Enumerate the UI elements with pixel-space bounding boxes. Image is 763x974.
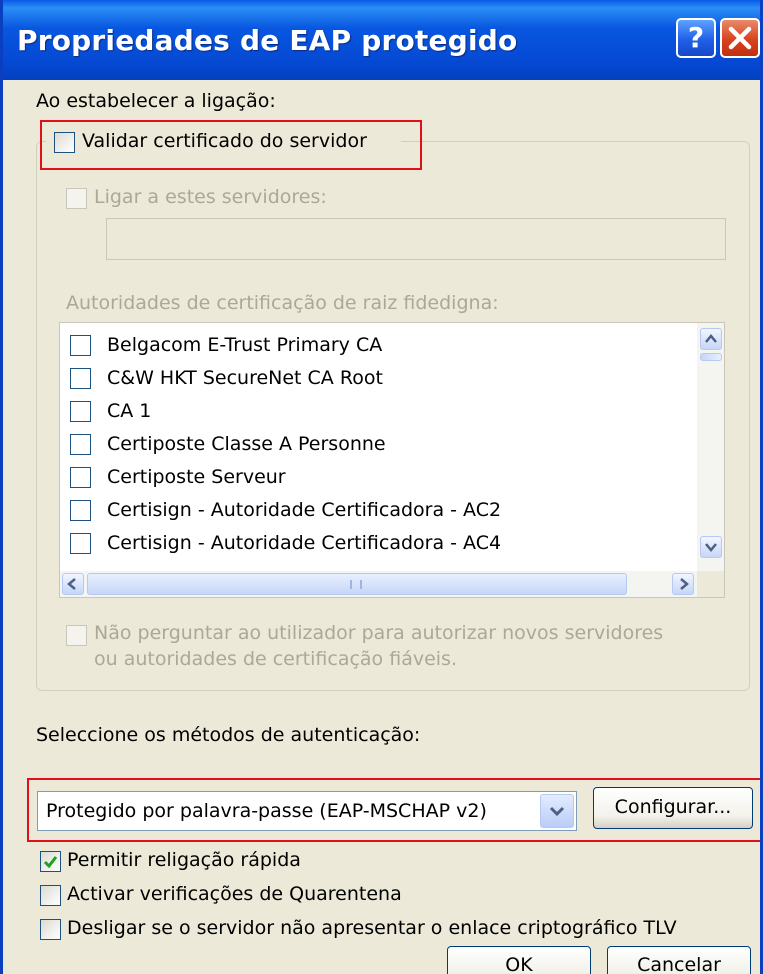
- cert-label: Certisign - Autoridade Certificadora - A…: [107, 532, 502, 554]
- certificates-list[interactable]: Belgacom E-Trust Primary CA C&W HKT Secu…: [59, 322, 725, 598]
- cert-label: Certiposte Serveur: [107, 466, 286, 488]
- scroll-up-button[interactable]: [700, 328, 722, 350]
- checkmark-icon: [43, 856, 58, 869]
- cert-checkbox[interactable]: [70, 335, 91, 356]
- cert-label: Certisign - Autoridade Certificadora - A…: [107, 499, 502, 521]
- no-prompt-label-line1[interactable]: Não perguntar ao utilizador para autoriz…: [94, 622, 663, 644]
- connect-servers-label[interactable]: Ligar a estes servidores:: [94, 186, 327, 208]
- cert-label: Belgacom E-Trust Primary CA: [107, 334, 383, 356]
- validate-cert-label[interactable]: Validar certificado do servidor: [82, 130, 367, 152]
- servers-input[interactable]: [106, 218, 726, 260]
- chevron-right-icon: [680, 578, 689, 590]
- cancel-button[interactable]: Cancelar: [607, 946, 751, 974]
- quarantine-label[interactable]: Activar verificações de Quarentena: [67, 883, 402, 905]
- vertical-scrollbar[interactable]: [697, 323, 724, 571]
- cert-checkbox[interactable]: [70, 467, 91, 488]
- cert-checkbox[interactable]: [70, 368, 91, 389]
- close-button[interactable]: [720, 18, 760, 58]
- fast-reconnect-label[interactable]: Permitir religação rápida: [67, 849, 301, 871]
- disconnect-tlv-label[interactable]: Desligar se o servidor não apresentar o …: [67, 917, 677, 939]
- disconnect-tlv-checkbox[interactable]: [40, 919, 61, 940]
- configure-button[interactable]: Configurar...: [593, 787, 753, 829]
- help-glyph: ?: [687, 21, 705, 54]
- close-icon: [728, 26, 752, 50]
- vertical-scroll-thumb[interactable]: [700, 353, 722, 361]
- no-prompt-label-line2[interactable]: ou autoridades de certificação fiáveis.: [94, 648, 457, 670]
- chevron-up-icon: [705, 334, 717, 343]
- cert-label: CA 1: [107, 400, 152, 422]
- quarantine-checkbox[interactable]: [40, 885, 61, 906]
- list-item[interactable]: CA 1: [70, 397, 670, 427]
- chevron-down-icon: [705, 543, 717, 552]
- title-bar[interactable]: Propriedades de EAP protegido ?: [3, 0, 760, 80]
- no-prompt-checkbox[interactable]: [66, 625, 87, 646]
- list-item[interactable]: Certiposte Serveur: [70, 463, 670, 493]
- list-item[interactable]: C&W HKT SecureNet CA Root: [70, 364, 670, 394]
- horizontal-scroll-thumb[interactable]: [87, 573, 627, 595]
- help-button[interactable]: ?: [676, 18, 716, 58]
- window-title: Propriedades de EAP protegido: [17, 24, 518, 57]
- auth-method-value: Protegido por palavra-passe (EAP-MSCHAP …: [46, 800, 487, 822]
- connect-section-label: Ao estabelecer a ligação:: [36, 90, 276, 112]
- cert-checkbox[interactable]: [70, 434, 91, 455]
- chevron-down-icon: [549, 806, 565, 817]
- chevron-left-icon: [67, 578, 76, 590]
- auth-method-select[interactable]: Protegido por palavra-passe (EAP-MSCHAP …: [37, 791, 577, 831]
- ok-button[interactable]: OK: [447, 946, 591, 974]
- cert-checkbox[interactable]: [70, 533, 91, 554]
- cert-checkbox[interactable]: [70, 401, 91, 422]
- scroll-down-button[interactable]: [700, 536, 722, 558]
- fast-reconnect-checkbox[interactable]: [40, 851, 61, 872]
- validate-cert-checkbox[interactable]: [54, 132, 75, 153]
- dialog-window: Propriedades de EAP protegido ? Ao estab…: [0, 0, 763, 974]
- scroll-right-button[interactable]: [672, 573, 694, 595]
- horizontal-scrollbar[interactable]: [60, 571, 697, 597]
- cert-checkbox[interactable]: [70, 500, 91, 521]
- auth-methods-label: Seleccione os métodos de autenticação:: [36, 724, 421, 746]
- cert-label: C&W HKT SecureNet CA Root: [107, 367, 383, 389]
- dropdown-button[interactable]: [540, 794, 574, 828]
- list-item[interactable]: Certisign - Autoridade Certificadora - A…: [70, 529, 670, 559]
- thumb-grip: [350, 580, 362, 589]
- scrollbar-corner: [697, 571, 724, 597]
- trusted-roots-label: Autoridades de certificação de raiz fide…: [66, 292, 499, 314]
- scroll-left-button[interactable]: [62, 573, 84, 595]
- cert-label: Certiposte Classe A Personne: [107, 433, 386, 455]
- list-item[interactable]: Belgacom E-Trust Primary CA: [70, 331, 670, 361]
- connect-servers-checkbox[interactable]: [66, 188, 87, 209]
- list-item[interactable]: Certiposte Classe A Personne: [70, 430, 670, 460]
- list-item[interactable]: Certisign - Autoridade Certificadora - A…: [70, 496, 670, 526]
